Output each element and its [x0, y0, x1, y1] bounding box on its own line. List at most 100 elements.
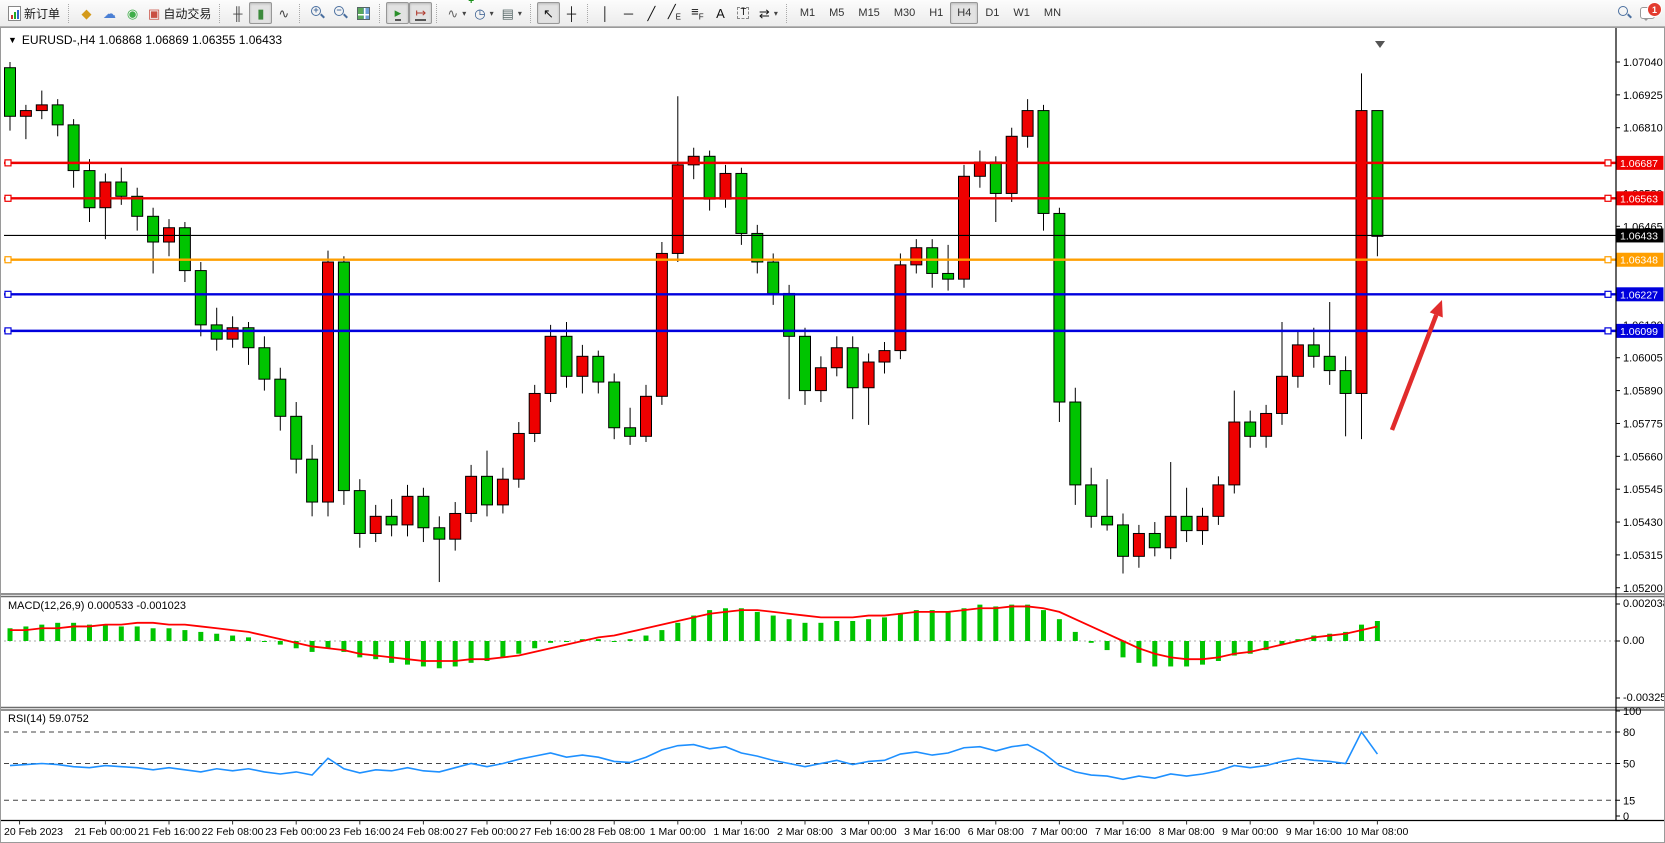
candle: [1229, 422, 1240, 485]
rsi-axis-label: 100: [1623, 706, 1641, 718]
text-label-button[interactable]: T: [732, 2, 755, 24]
crosshair-button[interactable]: ┼: [560, 2, 583, 24]
chart-line-icon: ∿: [278, 7, 289, 20]
toolbar: 新订单 ◆☁◉▣自动交易 ╫ ▮ ∿ +− ▸↦ ∿+▾◷▾▤▾ ↖ ┼ │─╱╱E≡F AT ⇄▾ M1…: [0, 0, 1665, 27]
macd-histogram-bar: [389, 641, 394, 663]
gold-badge-button[interactable]: ◆: [75, 2, 98, 24]
candle: [450, 513, 461, 539]
macd-histogram-bar: [1136, 641, 1141, 663]
macd-histogram-bar: [119, 626, 124, 641]
time-axis-label: 1 Mar 00:00: [650, 826, 706, 838]
trendline-button[interactable]: ╱: [640, 2, 663, 24]
timeframe-h4-button[interactable]: H4: [950, 2, 978, 24]
candle: [1213, 485, 1224, 516]
timeframe-m5-button[interactable]: M5: [822, 2, 851, 24]
periods-button[interactable]: ◷▾: [470, 2, 497, 24]
cursor-button[interactable]: ↖: [537, 2, 560, 24]
line-handle[interactable]: [5, 328, 11, 334]
timeframe-d1-button[interactable]: D1: [978, 2, 1006, 24]
macd-histogram-bar: [485, 641, 490, 661]
new-order-button[interactable]: 新订单: [4, 2, 64, 24]
candle: [656, 253, 667, 396]
line-handle[interactable]: [1605, 195, 1611, 201]
candle: [354, 491, 365, 534]
time-axis-label: 6 Mar 08:00: [968, 826, 1024, 838]
rsi-axis-label: 15: [1623, 795, 1635, 807]
toolbar-separator: [68, 4, 71, 23]
timeframe-m30-button[interactable]: M30: [887, 2, 922, 24]
macd-histogram-bar: [1121, 641, 1126, 657]
text-button[interactable]: A: [709, 2, 732, 24]
tile-windows-button[interactable]: [352, 2, 375, 24]
macd-histogram-bar: [151, 628, 156, 641]
cursor-icon: ↖: [543, 7, 554, 20]
candle: [959, 176, 970, 279]
chart-candles-button[interactable]: ▮: [249, 2, 272, 24]
alerts-button[interactable]: 1: [1636, 2, 1659, 24]
macd-axis-label: -0.003256: [1623, 692, 1665, 704]
time-axis-label: 27 Feb 16:00: [520, 826, 582, 838]
candle: [418, 496, 429, 527]
indicators-caret-icon[interactable]: ▾: [462, 9, 466, 18]
zoom-in-button[interactable]: +: [306, 2, 329, 24]
templates-caret-icon[interactable]: ▾: [518, 9, 522, 18]
candle: [895, 265, 906, 351]
line-handle[interactable]: [1605, 160, 1611, 166]
timeframe-m1-button[interactable]: M1: [793, 2, 822, 24]
macd-histogram-bar: [405, 641, 410, 665]
timeframe-w1-button[interactable]: W1: [1006, 2, 1037, 24]
fibonacci-button[interactable]: ≡F: [686, 2, 709, 24]
chart-bars-button[interactable]: ╫: [226, 2, 249, 24]
candle: [179, 228, 190, 271]
search-button[interactable]: [1613, 2, 1636, 24]
line-handle[interactable]: [1605, 257, 1611, 263]
notification-badge: 1: [1647, 2, 1662, 17]
macd-histogram-bar: [596, 639, 601, 641]
community-button[interactable]: ☁: [98, 2, 121, 24]
macd-histogram-bar: [993, 606, 998, 641]
candle: [1340, 371, 1351, 394]
svg-text:1.06433: 1.06433: [1620, 230, 1658, 242]
line-handle[interactable]: [1605, 291, 1611, 297]
vertical-line-button[interactable]: │: [594, 2, 617, 24]
arrows-button[interactable]: ⇄▾: [755, 2, 782, 24]
candle: [641, 396, 652, 436]
periods-caret-icon[interactable]: ▾: [490, 9, 494, 18]
macd-histogram-bar: [1105, 641, 1110, 650]
equidistant-channel-button[interactable]: ╱E: [663, 2, 686, 24]
timeframe-m15-button[interactable]: M15: [851, 2, 886, 24]
price-tick-label: 1.05775: [1623, 418, 1663, 430]
candle: [672, 165, 683, 254]
timeframe-h1-button[interactable]: H1: [922, 2, 950, 24]
arrows-caret-icon[interactable]: ▾: [774, 9, 778, 18]
line-handle[interactable]: [5, 195, 11, 201]
crosshair-icon: ┼: [567, 7, 576, 20]
timeframe-mn-button[interactable]: MN: [1037, 2, 1068, 24]
macd-histogram-bar: [357, 641, 362, 657]
templates-button[interactable]: ▤▾: [498, 2, 526, 24]
zoom-out-button[interactable]: −: [329, 2, 352, 24]
auto-scroll-button[interactable]: ▸: [386, 2, 409, 24]
signals-button[interactable]: ◉: [121, 2, 144, 24]
macd-histogram-bar: [1168, 641, 1173, 666]
toolbar-separator: [786, 4, 789, 23]
chart-shift-button[interactable]: ↦: [409, 2, 432, 24]
svg-text:1.06687: 1.06687: [1620, 158, 1658, 170]
indicators-button[interactable]: ∿+▾: [443, 2, 470, 24]
text-icon: A: [716, 7, 725, 20]
macd-histogram-bar: [962, 608, 967, 641]
chart-bars-icon: ╫: [233, 7, 242, 20]
chart-line-button[interactable]: ∿: [272, 2, 295, 24]
auto-trading-button[interactable]: ▣自动交易: [144, 2, 215, 24]
chart-menu-icon[interactable]: ▼: [8, 35, 17, 45]
candle: [5, 68, 16, 117]
horizontal-line-button[interactable]: ─: [617, 2, 640, 24]
line-handle[interactable]: [1605, 328, 1611, 334]
macd-histogram-bar: [135, 626, 140, 641]
line-handle[interactable]: [5, 257, 11, 263]
chart-canvas[interactable]: 1.070401.069251.068101.066951.065801.064…: [0, 27, 1665, 843]
candle: [466, 476, 477, 513]
text-label-icon: T: [737, 7, 749, 19]
line-handle[interactable]: [5, 291, 11, 297]
line-handle[interactable]: [5, 160, 11, 166]
